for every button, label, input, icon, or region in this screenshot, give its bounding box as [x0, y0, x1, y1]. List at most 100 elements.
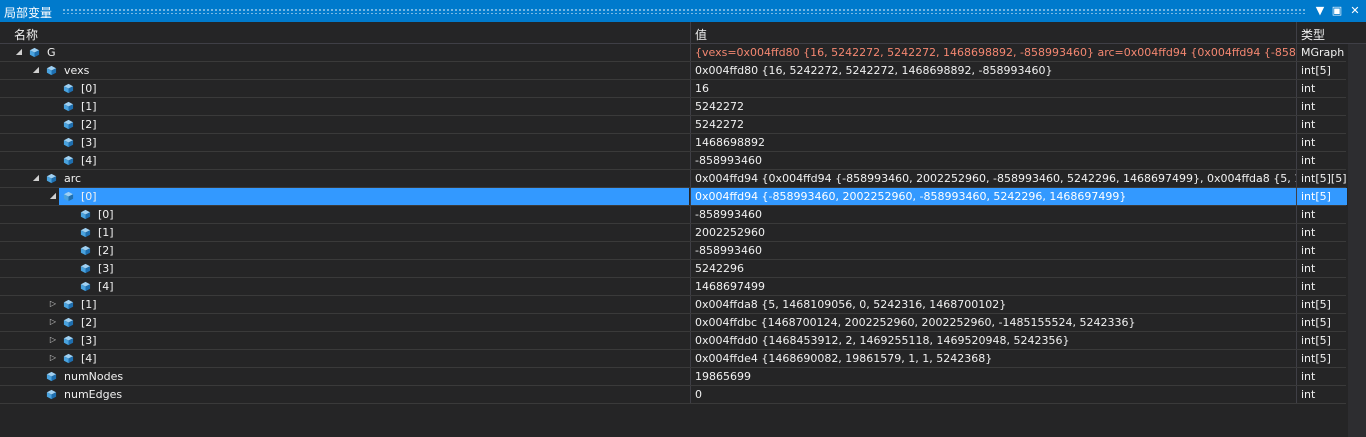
value-cell[interactable]: 2002252960: [690, 224, 1297, 241]
table-row[interactable]: [1] 2002252960 int: [0, 224, 1346, 242]
collapse-arrow-icon[interactable]: ◢: [31, 173, 41, 183]
name-cell[interactable]: [0]: [0, 206, 689, 223]
value-cell[interactable]: 5242272: [690, 98, 1297, 115]
value-cell[interactable]: 19865699: [690, 368, 1297, 385]
name-cell[interactable]: [1]: [0, 224, 689, 241]
expand-arrow-icon[interactable]: ▷: [48, 353, 58, 363]
table-row[interactable]: [2] 5242272 int: [0, 116, 1346, 134]
float-window-icon[interactable]: ▣: [1329, 3, 1345, 19]
table-row[interactable]: [0] 16 int: [0, 80, 1346, 98]
variable-icon: [63, 353, 74, 364]
value-cell[interactable]: -858993460: [690, 152, 1297, 169]
table-row[interactable]: [3] 1468698892 int: [0, 134, 1346, 152]
value-cell[interactable]: 0x004ffdbc {1468700124, 2002252960, 2002…: [690, 314, 1297, 331]
column-header-type[interactable]: 类型: [1301, 26, 1325, 43]
name-cell[interactable]: numNodes: [0, 368, 689, 385]
expand-arrow-icon[interactable]: ▷: [48, 299, 58, 309]
type-cell[interactable]: int[5]: [1296, 296, 1347, 313]
titlebar-grip[interactable]: [62, 8, 1306, 14]
value-cell[interactable]: 1468697499: [690, 278, 1297, 295]
table-row[interactable]: ◢ vexs 0x004ffd80 {16, 5242272, 5242272, 1…: [0, 62, 1346, 80]
name-cell[interactable]: ◢ arc: [0, 170, 689, 187]
table-row[interactable]: ▷ [4] 0x004ffde4 {1468690082, 19861579, 1,…: [0, 350, 1346, 368]
table-row[interactable]: [4] -858993460 int: [0, 152, 1346, 170]
name-cell[interactable]: ◢ [0]: [0, 188, 689, 205]
expand-arrow-icon[interactable]: ▷: [48, 317, 58, 327]
collapse-arrow-icon[interactable]: ◢: [48, 191, 58, 201]
type-cell[interactable]: int: [1296, 242, 1347, 259]
type-cell[interactable]: int: [1296, 116, 1347, 133]
table-row[interactable]: ◢ [0] 0x004ffd94 {-858993460, 2002252960, …: [0, 188, 1347, 206]
value-cell[interactable]: 0x004ffd94 {0x004ffd94 {-858993460, 2002…: [690, 170, 1297, 187]
column-header-name[interactable]: 名称: [14, 26, 38, 43]
type-cell[interactable]: int[5][5]: [1296, 170, 1347, 187]
table-row[interactable]: ▷ [3] 0x004ffdd0 {1468453912, 2, 146925511…: [0, 332, 1346, 350]
collapse-arrow-icon[interactable]: ◢: [31, 65, 41, 75]
name-cell[interactable]: ▷ [3]: [0, 332, 689, 349]
type-cell[interactable]: int: [1296, 368, 1347, 385]
value-cell[interactable]: 5242272: [690, 116, 1297, 133]
name-cell[interactable]: numEdges: [0, 386, 689, 403]
name-cell[interactable]: [3]: [0, 260, 689, 277]
value-cell[interactable]: 5242296: [690, 260, 1297, 277]
vertical-scrollbar[interactable]: [1348, 44, 1366, 437]
type-cell[interactable]: MGraph: [1296, 44, 1347, 61]
type-cell[interactable]: int: [1296, 224, 1347, 241]
type-cell[interactable]: int: [1296, 152, 1347, 169]
collapse-arrow-icon[interactable]: ◢: [14, 47, 24, 57]
dropdown-icon[interactable]: ▼: [1312, 3, 1328, 19]
type-cell[interactable]: int: [1296, 98, 1347, 115]
column-header-value[interactable]: 值: [695, 26, 707, 43]
table-row[interactable]: ◢ G {vexs=0x004ffd80 {16, 5242272, 5242272…: [0, 44, 1346, 62]
value-cell[interactable]: 0x004ffde4 {1468690082, 19861579, 1, 1, …: [690, 350, 1297, 367]
table-row[interactable]: [0] -858993460 int: [0, 206, 1346, 224]
table-row[interactable]: ◢ arc 0x004ffd94 {0x004ffd94 {-858993460, …: [0, 170, 1347, 188]
type-cell[interactable]: int[5]: [1296, 188, 1347, 205]
table-row[interactable]: ▷ [1] 0x004ffda8 {5, 1468109056, 0, 524231…: [0, 296, 1346, 314]
value-cell[interactable]: 0x004ffd80 {16, 5242272, 5242272, 146869…: [690, 62, 1297, 79]
name-cell[interactable]: ▷ [1]: [0, 296, 689, 313]
value-cell[interactable]: -858993460: [690, 206, 1297, 223]
type-cell[interactable]: int: [1296, 260, 1347, 277]
table-row[interactable]: ▷ [2] 0x004ffdbc {1468700124, 2002252960, …: [0, 314, 1346, 332]
table-row[interactable]: [2] -858993460 int: [0, 242, 1346, 260]
name-cell[interactable]: ◢ vexs: [0, 62, 689, 79]
name-cell[interactable]: [2]: [0, 116, 689, 133]
type-cell[interactable]: int: [1296, 206, 1347, 223]
value-cell[interactable]: 0x004ffdd0 {1468453912, 2, 1469255118, 1…: [690, 332, 1297, 349]
close-icon[interactable]: ✕: [1347, 3, 1363, 19]
type-cell[interactable]: int[5]: [1296, 62, 1347, 79]
name-cell[interactable]: ▷ [2]: [0, 314, 689, 331]
table-row[interactable]: [3] 5242296 int: [0, 260, 1346, 278]
type-cell[interactable]: int: [1296, 278, 1347, 295]
table-row[interactable]: numEdges 0 int: [0, 386, 1346, 404]
name-cell[interactable]: [0]: [0, 80, 689, 97]
name-cell[interactable]: [2]: [0, 242, 689, 259]
value-cell[interactable]: 16: [690, 80, 1297, 97]
type-cell[interactable]: int[5]: [1296, 314, 1347, 331]
table-row[interactable]: numNodes 19865699 int: [0, 368, 1346, 386]
value-cell[interactable]: -858993460: [690, 242, 1297, 259]
expand-arrow-icon[interactable]: ▷: [48, 335, 58, 345]
value-cell[interactable]: {vexs=0x004ffd80 {16, 5242272, 5242272, …: [690, 44, 1297, 61]
table-row[interactable]: [1] 5242272 int: [0, 98, 1346, 116]
type-cell[interactable]: int: [1296, 80, 1347, 97]
type-cell[interactable]: int: [1296, 386, 1347, 403]
name-cell[interactable]: ▷ [4]: [0, 350, 689, 367]
name-cell[interactable]: [1]: [0, 98, 689, 115]
name-cell[interactable]: [4]: [0, 278, 689, 295]
name-cell[interactable]: [4]: [0, 152, 689, 169]
column-divider[interactable]: [690, 22, 691, 43]
table-row[interactable]: [4] 1468697499 int: [0, 278, 1346, 296]
value-cell[interactable]: 0x004ffda8 {5, 1468109056, 0, 5242316, 1…: [690, 296, 1297, 313]
name-cell[interactable]: ◢ G: [0, 44, 689, 61]
name-cell[interactable]: [3]: [0, 134, 689, 151]
value-cell[interactable]: 0: [690, 386, 1297, 403]
value-cell[interactable]: 0x004ffd94 {-858993460, 2002252960, -858…: [690, 188, 1297, 205]
value-cell[interactable]: 1468698892: [690, 134, 1297, 151]
type-cell[interactable]: int: [1296, 134, 1347, 151]
variable-value: -858993460: [695, 208, 762, 221]
type-cell[interactable]: int[5]: [1296, 350, 1347, 367]
type-cell[interactable]: int[5]: [1296, 332, 1347, 349]
column-divider[interactable]: [1296, 22, 1297, 43]
